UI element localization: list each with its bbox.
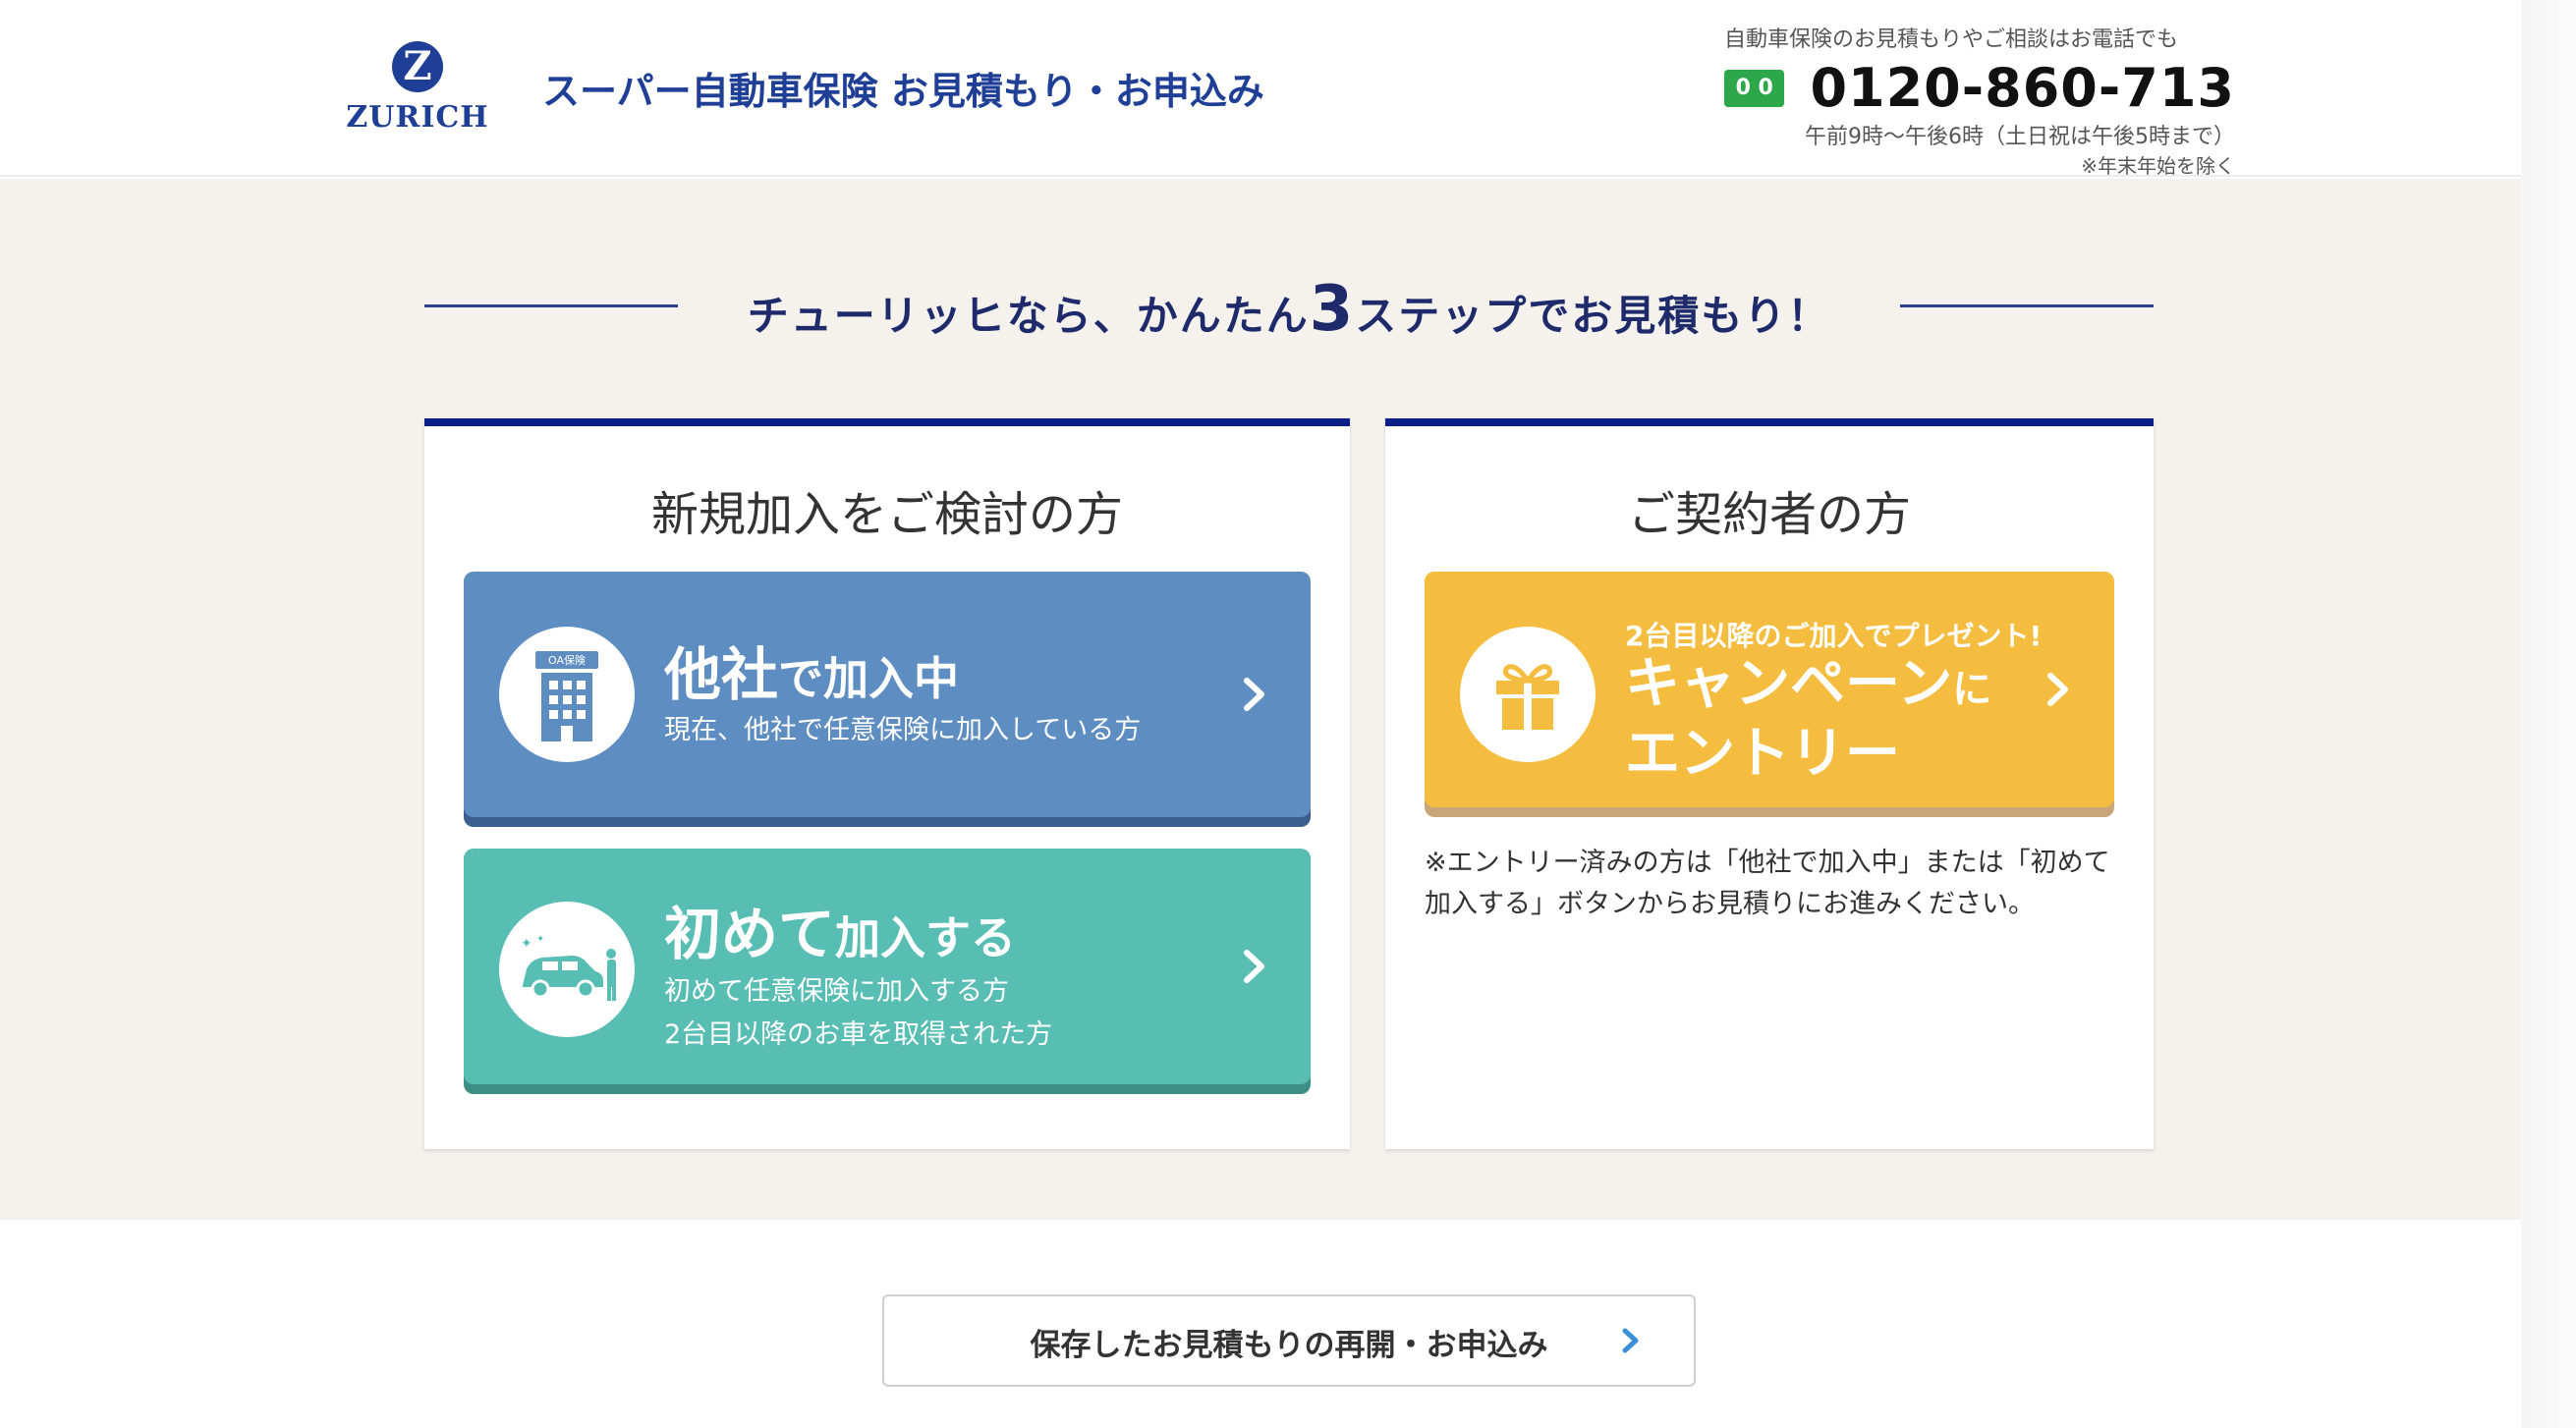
first-time-heading-rest: 加入する bbox=[835, 911, 1017, 964]
tagline-row: チューリッヒなら、かんたん3ステップでお見積もり！ bbox=[424, 265, 2154, 346]
first-time-sub-line2: 2台目以降のお車を取得された方 bbox=[664, 1019, 1053, 1050]
zurich-logo-text: ZURICH bbox=[346, 100, 489, 135]
campaign-tag: 2台目以降のご加入でプレゼント! bbox=[1625, 620, 2043, 652]
tagline-number: 3 bbox=[1309, 273, 1356, 346]
other-company-button[interactable]: OA保険 他社で加入中 現在、他社で任意保険に加入している方 bbox=[464, 572, 1311, 817]
page-edge-shadow bbox=[2521, 0, 2576, 1428]
resume-saved-quote-button[interactable]: 保存したお見積もりの再開・お申込み bbox=[882, 1294, 1696, 1387]
campaign-heading: キャンペーンに エントリー bbox=[1625, 652, 1991, 787]
contact-holiday-note: ※年末年始を除く bbox=[2081, 154, 2235, 178]
first-time-heading: 初めて加入する bbox=[664, 888, 1016, 970]
existing-policyholder-title: ご契約者の方 bbox=[1627, 487, 1911, 542]
tagline-divider-right bbox=[1900, 304, 2154, 307]
first-time-sub: 初めて任意保険に加入する方 2台目以降のお車を取得された方 bbox=[664, 970, 1052, 1057]
svg-text:✦: ✦ bbox=[521, 936, 532, 952]
new-enrollment-title: 新規加入をご検討の方 bbox=[650, 487, 1123, 542]
tagline-after: ステップでお見積もり！ bbox=[1355, 292, 1831, 340]
svg-text:✦: ✦ bbox=[536, 934, 544, 945]
chevron-right-icon bbox=[1622, 1328, 1639, 1353]
chevron-right-icon bbox=[1244, 950, 1264, 983]
other-company-heading-main: 他社 bbox=[664, 641, 779, 708]
first-time-sub-line1: 初めて任意保険に加入する方 bbox=[664, 976, 1009, 1007]
tagline-before: チューリッヒなら、かんたん bbox=[747, 292, 1310, 340]
zurich-logo-mark: Z bbox=[392, 41, 443, 92]
contact-note: 自動車保険のお見積もりやご相談はお電話でも bbox=[1724, 27, 2179, 52]
campaign-line1: キャンペーン bbox=[1625, 652, 1953, 716]
car-icon: ✦ ✦ bbox=[499, 902, 635, 1037]
gift-icon bbox=[1460, 627, 1596, 762]
first-time-button[interactable]: ✦ ✦ 初めて加入する 初めて任意保険に加入する方 2台目以降のお車を取得された… bbox=[464, 849, 1311, 1084]
other-company-heading: 他社で加入中 bbox=[664, 629, 959, 711]
campaign-line2: エントリー bbox=[1625, 722, 1900, 786]
chevron-right-icon bbox=[2047, 673, 2068, 706]
contact-phone-row: 0 0 0120-860-713 bbox=[1724, 57, 2235, 119]
building-sign-text: OA保険 bbox=[548, 653, 586, 667]
other-company-sub: 現在、他社で任意保険に加入している方 bbox=[664, 715, 1142, 745]
first-time-heading-main: 初めて bbox=[664, 901, 836, 967]
freedial-icon: 0 0 bbox=[1724, 69, 1785, 107]
entry-note: ※エントリー済みの方は「他社で加入中」または「初めて加入する」ボタンからお見積り… bbox=[1425, 848, 2110, 919]
existing-policyholder-card: ご契約者の方 2台目以降のご加入でプレゼント! キャンペーンに エントリー ※エ… bbox=[1385, 418, 2154, 1149]
tagline-divider-left bbox=[424, 304, 678, 307]
campaign-entry-button[interactable]: 2台目以降のご加入でプレゼント! キャンペーンに エントリー bbox=[1425, 572, 2114, 807]
new-enrollment-card: 新規加入をご検討の方 OA保険 他社で加入中 現在、他社で任意保険に加入している… bbox=[424, 418, 1350, 1149]
zurich-logo[interactable]: Z ZURICH bbox=[344, 41, 491, 139]
contact-hours: 午前9時〜午後6時（土日祝は午後5時まで） bbox=[1805, 125, 2235, 149]
phone-number[interactable]: 0120-860-713 bbox=[1810, 57, 2235, 119]
contact-block: 自動車保険のお見積もりやご相談はお電話でも 0 0 0120-860-713 午… bbox=[1724, 22, 2235, 179]
campaign-line1-suffix: に bbox=[1952, 667, 1992, 712]
chevron-right-icon bbox=[1244, 678, 1264, 711]
other-company-heading-rest: で加入中 bbox=[778, 652, 960, 705]
building-icon: OA保険 bbox=[499, 627, 635, 762]
page-title: スーパー自動車保険 お見積もり・お申込み bbox=[542, 70, 1264, 113]
resume-saved-quote-label: 保存したお見積もりの再開・お申込み bbox=[1030, 1328, 1548, 1363]
tagline: チューリッヒなら、かんたん3ステップでお見積もり！ bbox=[719, 273, 1859, 346]
site-header: Z ZURICH スーパー自動車保険 お見積もり・お申込み 自動車保険のお見積も… bbox=[0, 0, 2576, 179]
